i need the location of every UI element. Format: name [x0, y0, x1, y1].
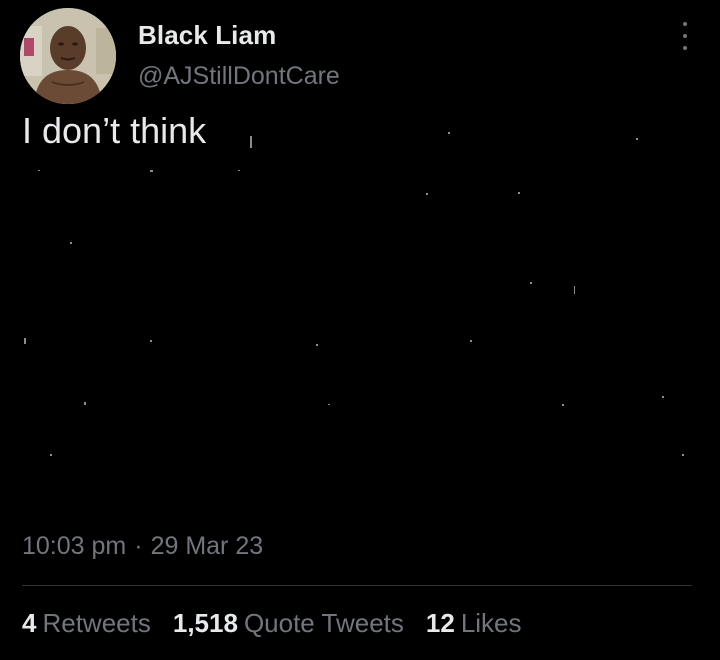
likes-label: Likes [460, 608, 522, 638]
retweets-label: Retweets [42, 608, 151, 638]
author-handle[interactable]: @AJStillDontCare [138, 62, 340, 91]
likes-stat[interactable]: 12 Likes [426, 608, 522, 639]
quote-tweets-label: Quote Tweets [243, 608, 404, 638]
likes-count: 12 [425, 608, 455, 638]
divider [22, 585, 692, 586]
quote-tweets-count: 1,518 [172, 608, 238, 638]
more-options-button[interactable] [672, 22, 698, 50]
image-noise-specks [24, 132, 684, 456]
more-vertical-icon [683, 22, 687, 26]
tweet-timestamp[interactable]: 10:03 pm · 29 Mar 23 [22, 532, 263, 561]
avatar[interactable] [20, 8, 116, 104]
more-vertical-icon-dot [683, 46, 687, 50]
tweet-time: 10:03 pm [22, 532, 127, 560]
quote-tweets-stat[interactable]: 1,518 Quote Tweets [173, 608, 404, 639]
tweet-date: 29 Mar 23 [150, 532, 264, 560]
avatar-photo [20, 8, 116, 104]
tweet-detail: Black Liam @AJStillDontCare I don’t thin… [0, 0, 720, 660]
more-vertical-icon-dot [683, 34, 687, 38]
author-display-name[interactable]: Black Liam [138, 20, 276, 51]
timestamp-separator: · [134, 532, 143, 560]
retweets-count: 4 [22, 608, 37, 638]
retweets-stat[interactable]: 4 Retweets [22, 608, 151, 639]
engagement-stats: 4 Retweets 1,518 Quote Tweets 12 Likes [22, 608, 522, 639]
